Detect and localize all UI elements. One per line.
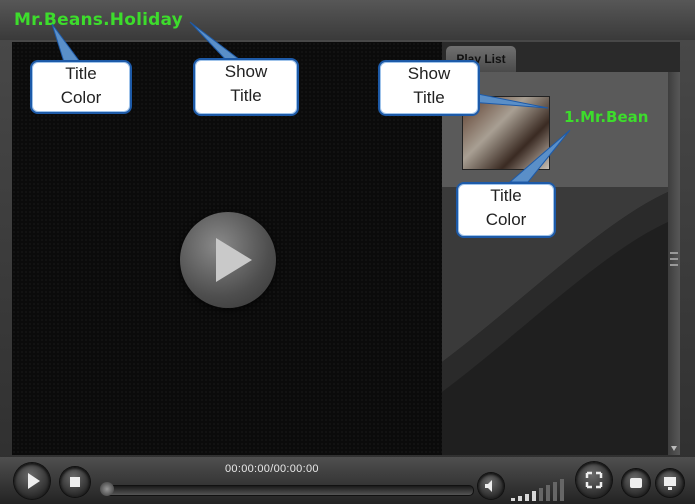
- annotation-callout: Title Color: [30, 60, 132, 114]
- media-player-window: Mr.Beans.Holiday Play List 1.Mr.Bean 00:…: [0, 0, 695, 504]
- annotation-callout: Title Color: [456, 182, 556, 238]
- annotation-callout: Show Title: [378, 60, 480, 116]
- annotation-callout: Show Title: [193, 58, 299, 116]
